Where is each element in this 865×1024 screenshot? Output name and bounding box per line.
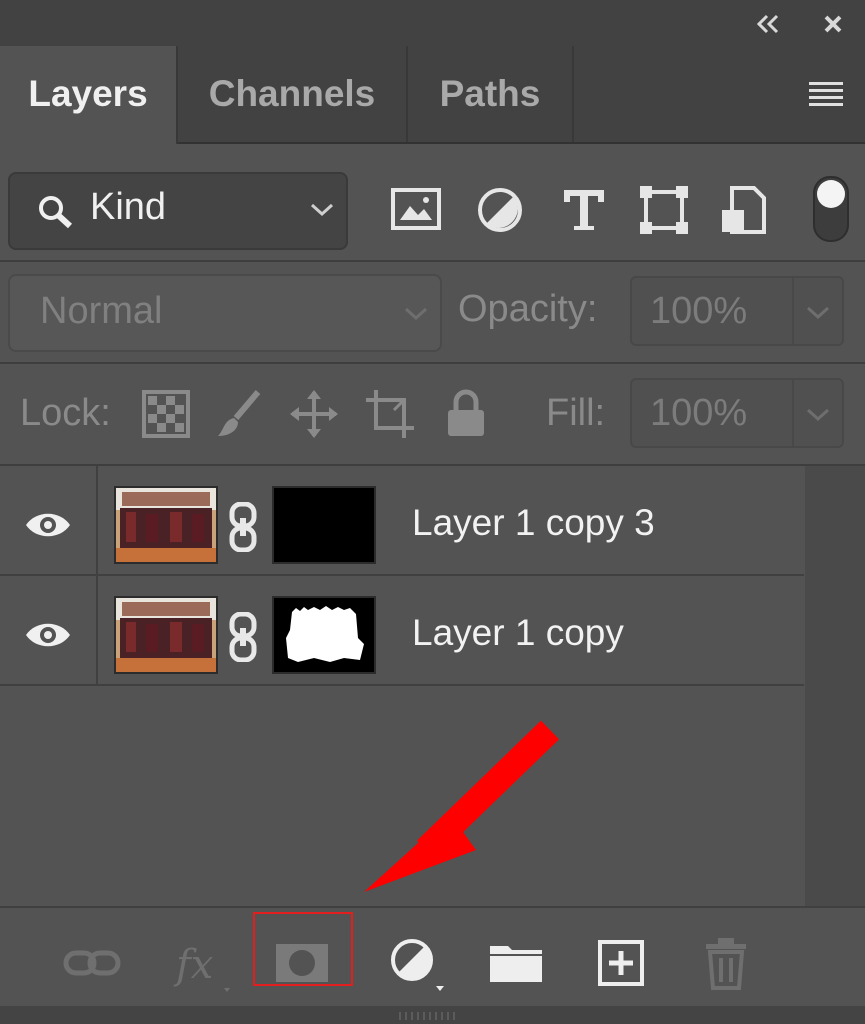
panel-tab-bar: Layers Channels Paths <box>0 46 865 144</box>
tab-layers[interactable]: Layers <box>0 46 178 144</box>
pixel-layer-filter-icon[interactable] <box>390 184 442 236</box>
search-icon <box>39 196 73 229</box>
blend-mode-row: Normal Opacity: 100% <box>0 262 865 364</box>
lock-artboard-icon[interactable] <box>364 388 416 440</box>
mask-link-icon[interactable] <box>228 502 258 552</box>
toggle-knob <box>817 180 845 208</box>
fill-value: 100% <box>650 392 748 434</box>
svg-text:fx: fx <box>173 942 213 988</box>
opacity-value: 100% <box>650 290 748 332</box>
adjustment-layer-filter-icon[interactable] <box>474 184 526 236</box>
layer-mask-thumbnail[interactable] <box>272 596 376 674</box>
adjustment-layer-icon[interactable] <box>384 934 444 992</box>
layers-panel: Layers Channels Paths Kind Normal Opacit… <box>0 0 865 1024</box>
link-layers-icon[interactable] <box>62 934 122 992</box>
double-chevron-left-icon[interactable] <box>753 12 783 36</box>
lock-transparent-pixels-icon[interactable] <box>140 388 192 440</box>
chevron-down-icon[interactable] <box>804 302 832 322</box>
layers-scrollbar[interactable] <box>805 466 865 906</box>
new-group-icon[interactable] <box>486 934 546 992</box>
tab-paths[interactable]: Paths <box>408 46 574 142</box>
visibility-toggle[interactable] <box>0 466 98 574</box>
shape-layer-filter-icon[interactable] <box>638 184 690 236</box>
chevron-down-icon <box>310 203 334 217</box>
lock-row: Lock: Fill: 100% <box>0 364 865 466</box>
layer-thumbnail <box>114 486 218 564</box>
fill-field[interactable]: 100% <box>630 378 844 448</box>
layer-thumbnail <box>114 596 218 674</box>
tab-channels[interactable]: Channels <box>178 46 408 142</box>
fill-label: Fill: <box>546 392 606 434</box>
eye-icon[interactable] <box>24 510 72 540</box>
filter-kind-dropdown[interactable]: Kind <box>8 172 348 250</box>
type-layer-filter-icon[interactable] <box>558 184 610 236</box>
layer-row[interactable]: Layer 1 copy <box>0 576 804 686</box>
layer-filter-row: Kind <box>0 144 865 262</box>
layer-name[interactable]: Layer 1 copy <box>412 612 624 654</box>
opacity-field[interactable]: 100% <box>630 276 844 346</box>
visibility-toggle[interactable] <box>0 576 98 684</box>
lock-label: Lock: <box>20 392 111 434</box>
filter-kind-label: Kind <box>90 186 167 228</box>
filter-toggle[interactable] <box>813 176 849 242</box>
panel-titlebar <box>0 0 865 46</box>
eye-icon[interactable] <box>24 620 72 650</box>
layers-bottom-toolbar: fx <box>0 906 865 1008</box>
lock-image-pixels-icon[interactable] <box>214 388 266 440</box>
blend-mode-dropdown[interactable]: Normal <box>8 274 442 352</box>
close-icon[interactable] <box>823 14 843 34</box>
fx-icon[interactable]: fx <box>170 934 230 992</box>
layer-mask-thumbnail[interactable] <box>272 486 376 564</box>
blend-mode-value: Normal <box>40 290 163 332</box>
lock-position-icon[interactable] <box>288 388 340 440</box>
mask-link-icon[interactable] <box>228 612 258 662</box>
lock-all-icon[interactable] <box>440 388 492 440</box>
smart-object-filter-icon[interactable] <box>718 184 770 236</box>
panel-menu-icon[interactable] <box>809 80 843 106</box>
layer-name[interactable]: Layer 1 copy 3 <box>412 502 655 544</box>
delete-layer-icon[interactable] <box>696 934 756 992</box>
opacity-label: Opacity: <box>458 288 598 330</box>
chevron-down-icon[interactable] <box>804 404 832 424</box>
new-layer-icon[interactable] <box>592 934 652 992</box>
chevron-down-icon <box>404 307 428 321</box>
layer-row[interactable]: Layer 1 copy 3 <box>0 466 804 576</box>
highlight-box <box>253 912 353 986</box>
layers-list: Layer 1 copy 3 Layer 1 copy <box>0 466 865 906</box>
panel-resize-bar[interactable] <box>0 1006 865 1024</box>
resize-grip-icon[interactable] <box>398 1010 458 1020</box>
